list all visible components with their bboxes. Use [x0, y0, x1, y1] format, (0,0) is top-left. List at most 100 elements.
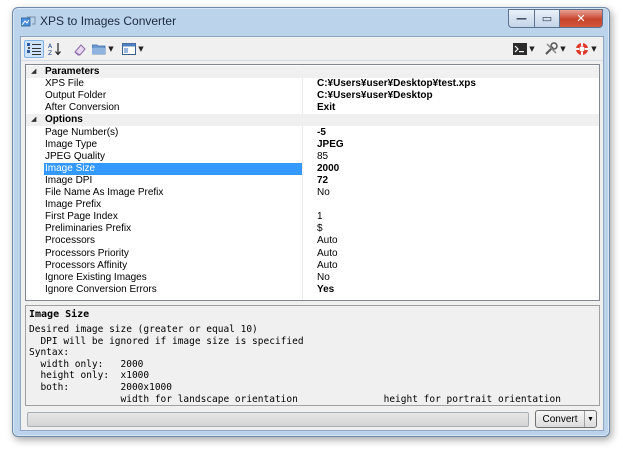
chevron-down-icon: ▼	[591, 45, 597, 53]
convert-split-button[interactable]: Convert ▼	[535, 410, 597, 428]
property-value[interactable]: Auto	[317, 248, 338, 260]
help-line: height only: x1000	[29, 370, 150, 382]
open-folder-button[interactable]: ▼	[91, 40, 115, 58]
category-label: Parameters	[45, 66, 100, 77]
category-row[interactable]: ◢ Parameters	[26, 66, 599, 78]
property-grid[interactable]: ◢ Parameters XPS File C:¥Users¥user¥Desktop…	[25, 64, 600, 301]
property-row[interactable]: File Name As Image Prefix No	[26, 187, 599, 199]
help-line: width for landscape orientation height f…	[29, 393, 561, 405]
property-row[interactable]: Preliminaries Prefix $	[26, 223, 599, 235]
window-layout-icon	[122, 43, 137, 55]
close-icon: ✕	[576, 12, 586, 25]
help-text: Desired image size (greater or equal 10)…	[29, 324, 561, 405]
help-lifebuoy-button[interactable]: ▼	[573, 40, 599, 58]
property-value[interactable]: $	[317, 223, 323, 235]
maximize-icon: ▭	[541, 12, 553, 25]
property-row[interactable]: Processors Auto	[26, 235, 599, 247]
svg-text:Z: Z	[48, 50, 52, 56]
alphabetical-sort-button[interactable]: A Z	[46, 40, 64, 58]
property-name[interactable]: First Page Index	[44, 211, 302, 223]
title-bar[interactable]: XPS to Images Converter — ▭ ✕	[13, 8, 609, 34]
property-value[interactable]: No	[317, 272, 330, 284]
property-value[interactable]: C:¥Users¥user¥Desktop	[317, 90, 433, 102]
property-row[interactable]: Processors Priority Auto	[26, 248, 599, 260]
property-row[interactable]: Ignore Conversion Errors Yes	[26, 284, 599, 296]
categorized-view-button[interactable]	[24, 40, 44, 58]
help-line: DPI will be ignored if image size is spe…	[29, 335, 304, 347]
property-row[interactable]: XPS File C:¥Users¥user¥Desktop¥test.xps	[26, 78, 599, 90]
property-row[interactable]: Image DPI 72	[26, 175, 599, 187]
collapse-arrow-icon[interactable]: ◢	[31, 66, 36, 78]
minimize-icon: —	[516, 12, 527, 25]
sort-az-icon: A Z	[48, 43, 61, 56]
progress-bar	[27, 412, 529, 427]
property-name[interactable]: After Conversion	[44, 102, 302, 114]
property-row[interactable]: Page Number(s) -5	[26, 127, 599, 139]
app-window: XPS to Images Converter — ▭ ✕ A Z ▼ ▼ ▼ …	[12, 7, 610, 437]
property-row[interactable]: Image Prefix	[26, 199, 599, 211]
property-name[interactable]: Processors Priority	[44, 248, 302, 260]
caption-buttons: — ▭ ✕	[508, 9, 603, 28]
maximize-button[interactable]: ▭	[534, 9, 559, 28]
status-row: Convert ▼	[21, 409, 603, 430]
help-panel: Image Size Desired image size (greater o…	[25, 305, 600, 406]
view-options-button[interactable]: ▼	[121, 40, 145, 58]
chevron-down-icon: ▼	[529, 45, 535, 53]
property-value[interactable]: Exit	[317, 102, 335, 114]
property-name[interactable]: Image DPI	[44, 175, 302, 187]
property-value[interactable]: Auto	[317, 235, 338, 247]
property-name[interactable]: Output Folder	[44, 90, 302, 102]
property-value[interactable]: -5	[317, 127, 326, 139]
property-value[interactable]: 85	[317, 151, 328, 163]
property-name[interactable]: File Name As Image Prefix	[44, 187, 302, 199]
help-title: Image Size	[29, 309, 90, 320]
property-name[interactable]: Processors Affinity	[44, 260, 302, 272]
convert-dropdown-arrow-icon[interactable]: ▼	[585, 411, 596, 427]
property-value[interactable]: 72	[317, 175, 328, 187]
property-row[interactable]: After Conversion Exit	[26, 102, 599, 114]
property-name[interactable]: JPEG Quality	[44, 151, 302, 163]
eraser-button[interactable]	[71, 40, 89, 58]
close-button[interactable]: ✕	[559, 9, 603, 28]
tools-button[interactable]: ▼	[542, 40, 568, 58]
property-value[interactable]: JPEG	[317, 139, 344, 151]
tools-icon	[545, 42, 559, 55]
property-name[interactable]: Page Number(s)	[44, 127, 302, 139]
property-name[interactable]: Processors	[44, 235, 302, 247]
property-value[interactable]: No	[317, 187, 330, 199]
console-button[interactable]: ▼	[511, 40, 537, 58]
property-row[interactable]: First Page Index 1	[26, 211, 599, 223]
chevron-down-icon: ▼	[108, 45, 114, 53]
property-row[interactable]: Image Type JPEG	[26, 139, 599, 151]
chevron-down-icon: ▼	[560, 45, 566, 53]
property-name[interactable]: Image Size	[44, 162, 302, 175]
property-name[interactable]: Ignore Conversion Errors	[44, 284, 302, 296]
property-row[interactable]: Image Size 2000	[26, 162, 599, 175]
convert-button[interactable]: Convert	[536, 411, 585, 427]
property-row[interactable]: Output Folder C:¥Users¥user¥Desktop	[26, 90, 599, 102]
categorized-icon	[27, 43, 41, 55]
property-value[interactable]: 1	[317, 211, 323, 223]
chevron-down-icon: ▼	[138, 45, 144, 53]
lifebuoy-icon	[576, 43, 589, 55]
property-value[interactable]: C:¥Users¥user¥Desktop¥test.xps	[317, 78, 476, 90]
property-value[interactable]: 2000	[317, 163, 339, 175]
property-name[interactable]: Preliminaries Prefix	[44, 223, 302, 235]
property-row[interactable]: Processors Affinity Auto	[26, 260, 599, 272]
collapse-arrow-icon[interactable]: ◢	[31, 114, 36, 126]
console-icon	[513, 43, 528, 55]
app-icon	[20, 15, 36, 27]
property-value[interactable]: Auto	[317, 260, 338, 272]
property-row[interactable]: JPEG Quality 85	[26, 151, 599, 163]
property-name[interactable]: XPS File	[44, 78, 302, 90]
eraser-icon	[74, 44, 86, 56]
property-name[interactable]: Image Prefix	[44, 199, 302, 211]
help-line: width only: 2000	[29, 358, 144, 370]
category-row[interactable]: ◢ Options	[26, 114, 599, 127]
property-row[interactable]: Ignore Existing Images No	[26, 272, 599, 284]
minimize-button[interactable]: —	[508, 9, 534, 28]
property-value[interactable]: Yes	[317, 284, 334, 296]
property-name[interactable]: Ignore Existing Images	[44, 272, 302, 284]
client-area: A Z ▼ ▼ ▼ ▼ ▼ ◢ Parameters XPS File C:¥U…	[20, 36, 604, 431]
property-name[interactable]: Image Type	[44, 139, 302, 151]
